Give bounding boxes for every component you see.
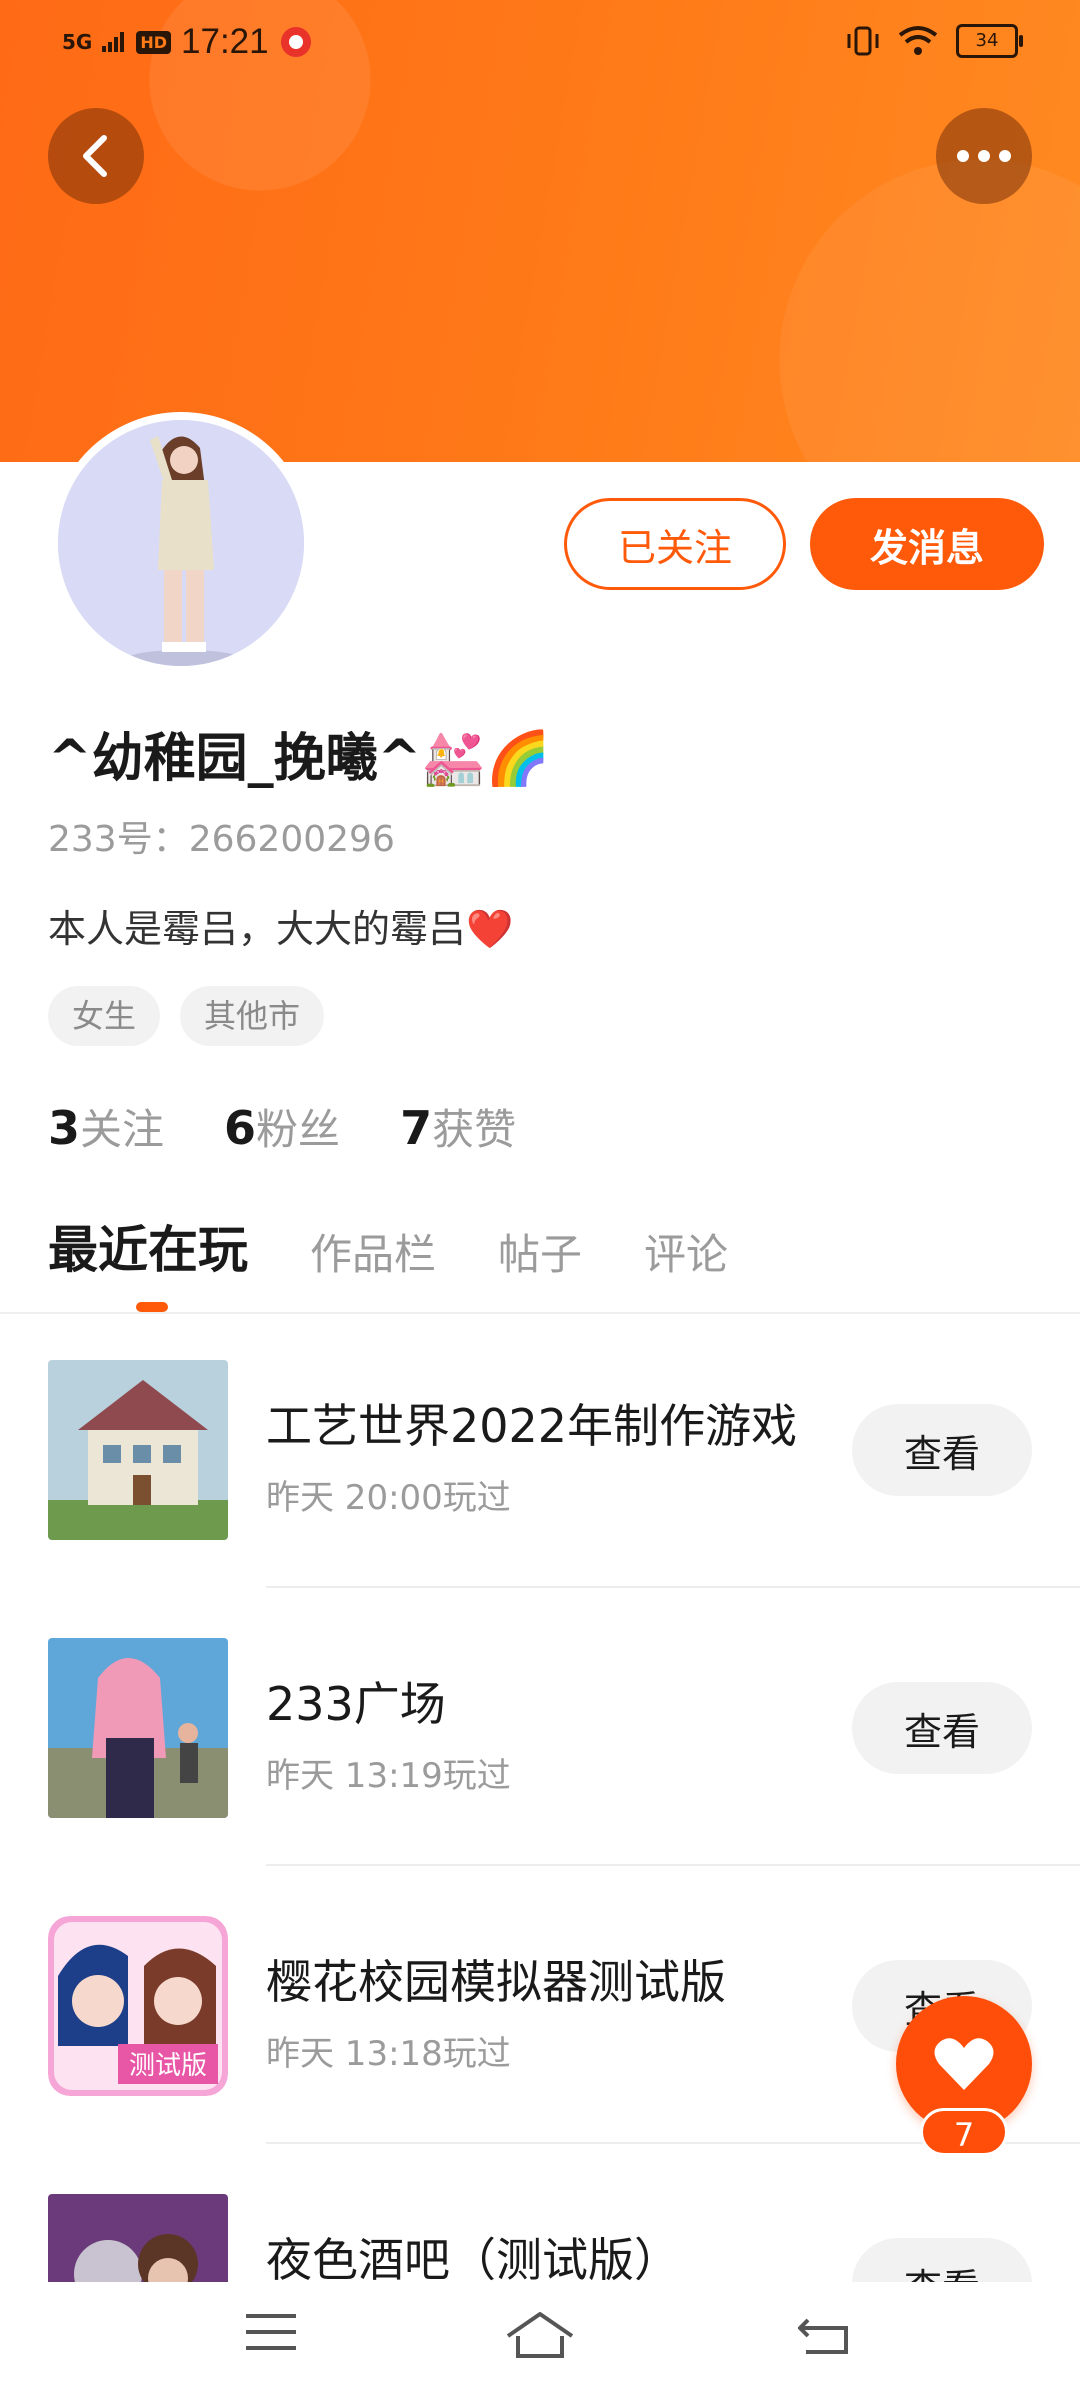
game-thumbnail [48,2194,228,2282]
profile-header-banner [0,0,1080,462]
more-dots-icon [957,150,1011,162]
view-game-button[interactable]: 查看 [852,1404,1032,1496]
game-thumbnail [48,1360,228,1540]
row-divider [266,1864,1080,1866]
home-icon[interactable] [504,2310,576,2360]
game-title: 233广场 [266,1677,446,1731]
game-list-item[interactable]: 夜色酒吧（测试版） 查看 [0,2194,1080,2282]
active-tab-indicator [136,1302,168,1312]
user-bio: 本人是霉吕，大大的霉吕❤️ [48,907,514,951]
menu-icon[interactable] [244,2310,298,2354]
game-title: 夜色酒吧（测试版） [266,2233,680,2282]
app-notification-icon [280,27,311,57]
back-button[interactable] [48,108,144,204]
tag-city: 其他市 [180,986,325,1046]
hd-badge: HD [136,30,172,54]
battery-indicator: 34 [956,24,1023,58]
heart-icon [934,2038,994,2090]
more-options-button[interactable] [936,108,1032,204]
back-nav-icon[interactable] [796,2310,852,2358]
game-title: 工艺世界2022年制作游戏 [266,1399,798,1453]
chevron-left-icon [83,135,107,177]
status-time: 17:21 [181,22,269,61]
stat-likes[interactable]: 7获赞 [400,1096,516,1157]
game-last-played: 昨天 13:19玩过 [266,1756,511,1796]
signal-bars-icon [102,32,125,52]
svg-text:测试版: 测试版 [129,2051,207,2081]
status-bar: 5G HD 17:21 34 [0,18,1080,68]
tab-works[interactable]: 作品栏 [310,1221,436,1282]
tag-gender: 女生 [48,986,161,1046]
user-id: 233号：266200296 [48,819,395,860]
game-last-played: 昨天 13:18玩过 [266,2034,511,2074]
tabs-divider [0,1312,1080,1314]
avatar-character-image [58,420,304,666]
tab-comments[interactable]: 评论 [644,1221,728,1282]
stat-following[interactable]: 3关注 [48,1096,164,1157]
username: ^幼稚园_挽曦^💒🌈 [48,729,551,789]
profile-stats: 3关注 6粉丝 7获赞 [48,1096,516,1157]
system-navigation-bar [0,2282,1080,2408]
game-thumbnail: 测试版 [48,1916,228,2096]
view-game-button[interactable]: 查看 [852,1682,1032,1774]
game-list-item[interactable]: 工艺世界2022年制作游戏 昨天 20:00玩过 查看 [0,1360,1080,1638]
game-list-item[interactable]: 233广场 昨天 13:19玩过 查看 [0,1638,1080,1916]
vibrate-icon [847,26,879,56]
view-game-button[interactable]: 查看 [852,2238,1032,2282]
game-last-played: 昨天 20:00玩过 [266,1478,511,1518]
tab-recently-played[interactable]: 最近在玩 [48,1210,248,1282]
network-signal-indicator: 5G [62,30,93,54]
game-title: 樱花校园模拟器测试版 [266,1955,726,2009]
stat-followers[interactable]: 6粉丝 [224,1096,340,1157]
wifi-icon [898,26,938,55]
profile-tabs: 最近在玩 作品栏 帖子 评论 [48,1210,790,1282]
tab-posts[interactable]: 帖子 [498,1221,582,1282]
row-divider [266,1586,1080,1588]
followed-button[interactable]: 已关注 [564,498,786,590]
like-count-badge: 7 [920,2108,1008,2156]
game-thumbnail [48,1638,228,1818]
avatar[interactable] [58,420,304,666]
send-message-button[interactable]: 发消息 [810,498,1044,590]
